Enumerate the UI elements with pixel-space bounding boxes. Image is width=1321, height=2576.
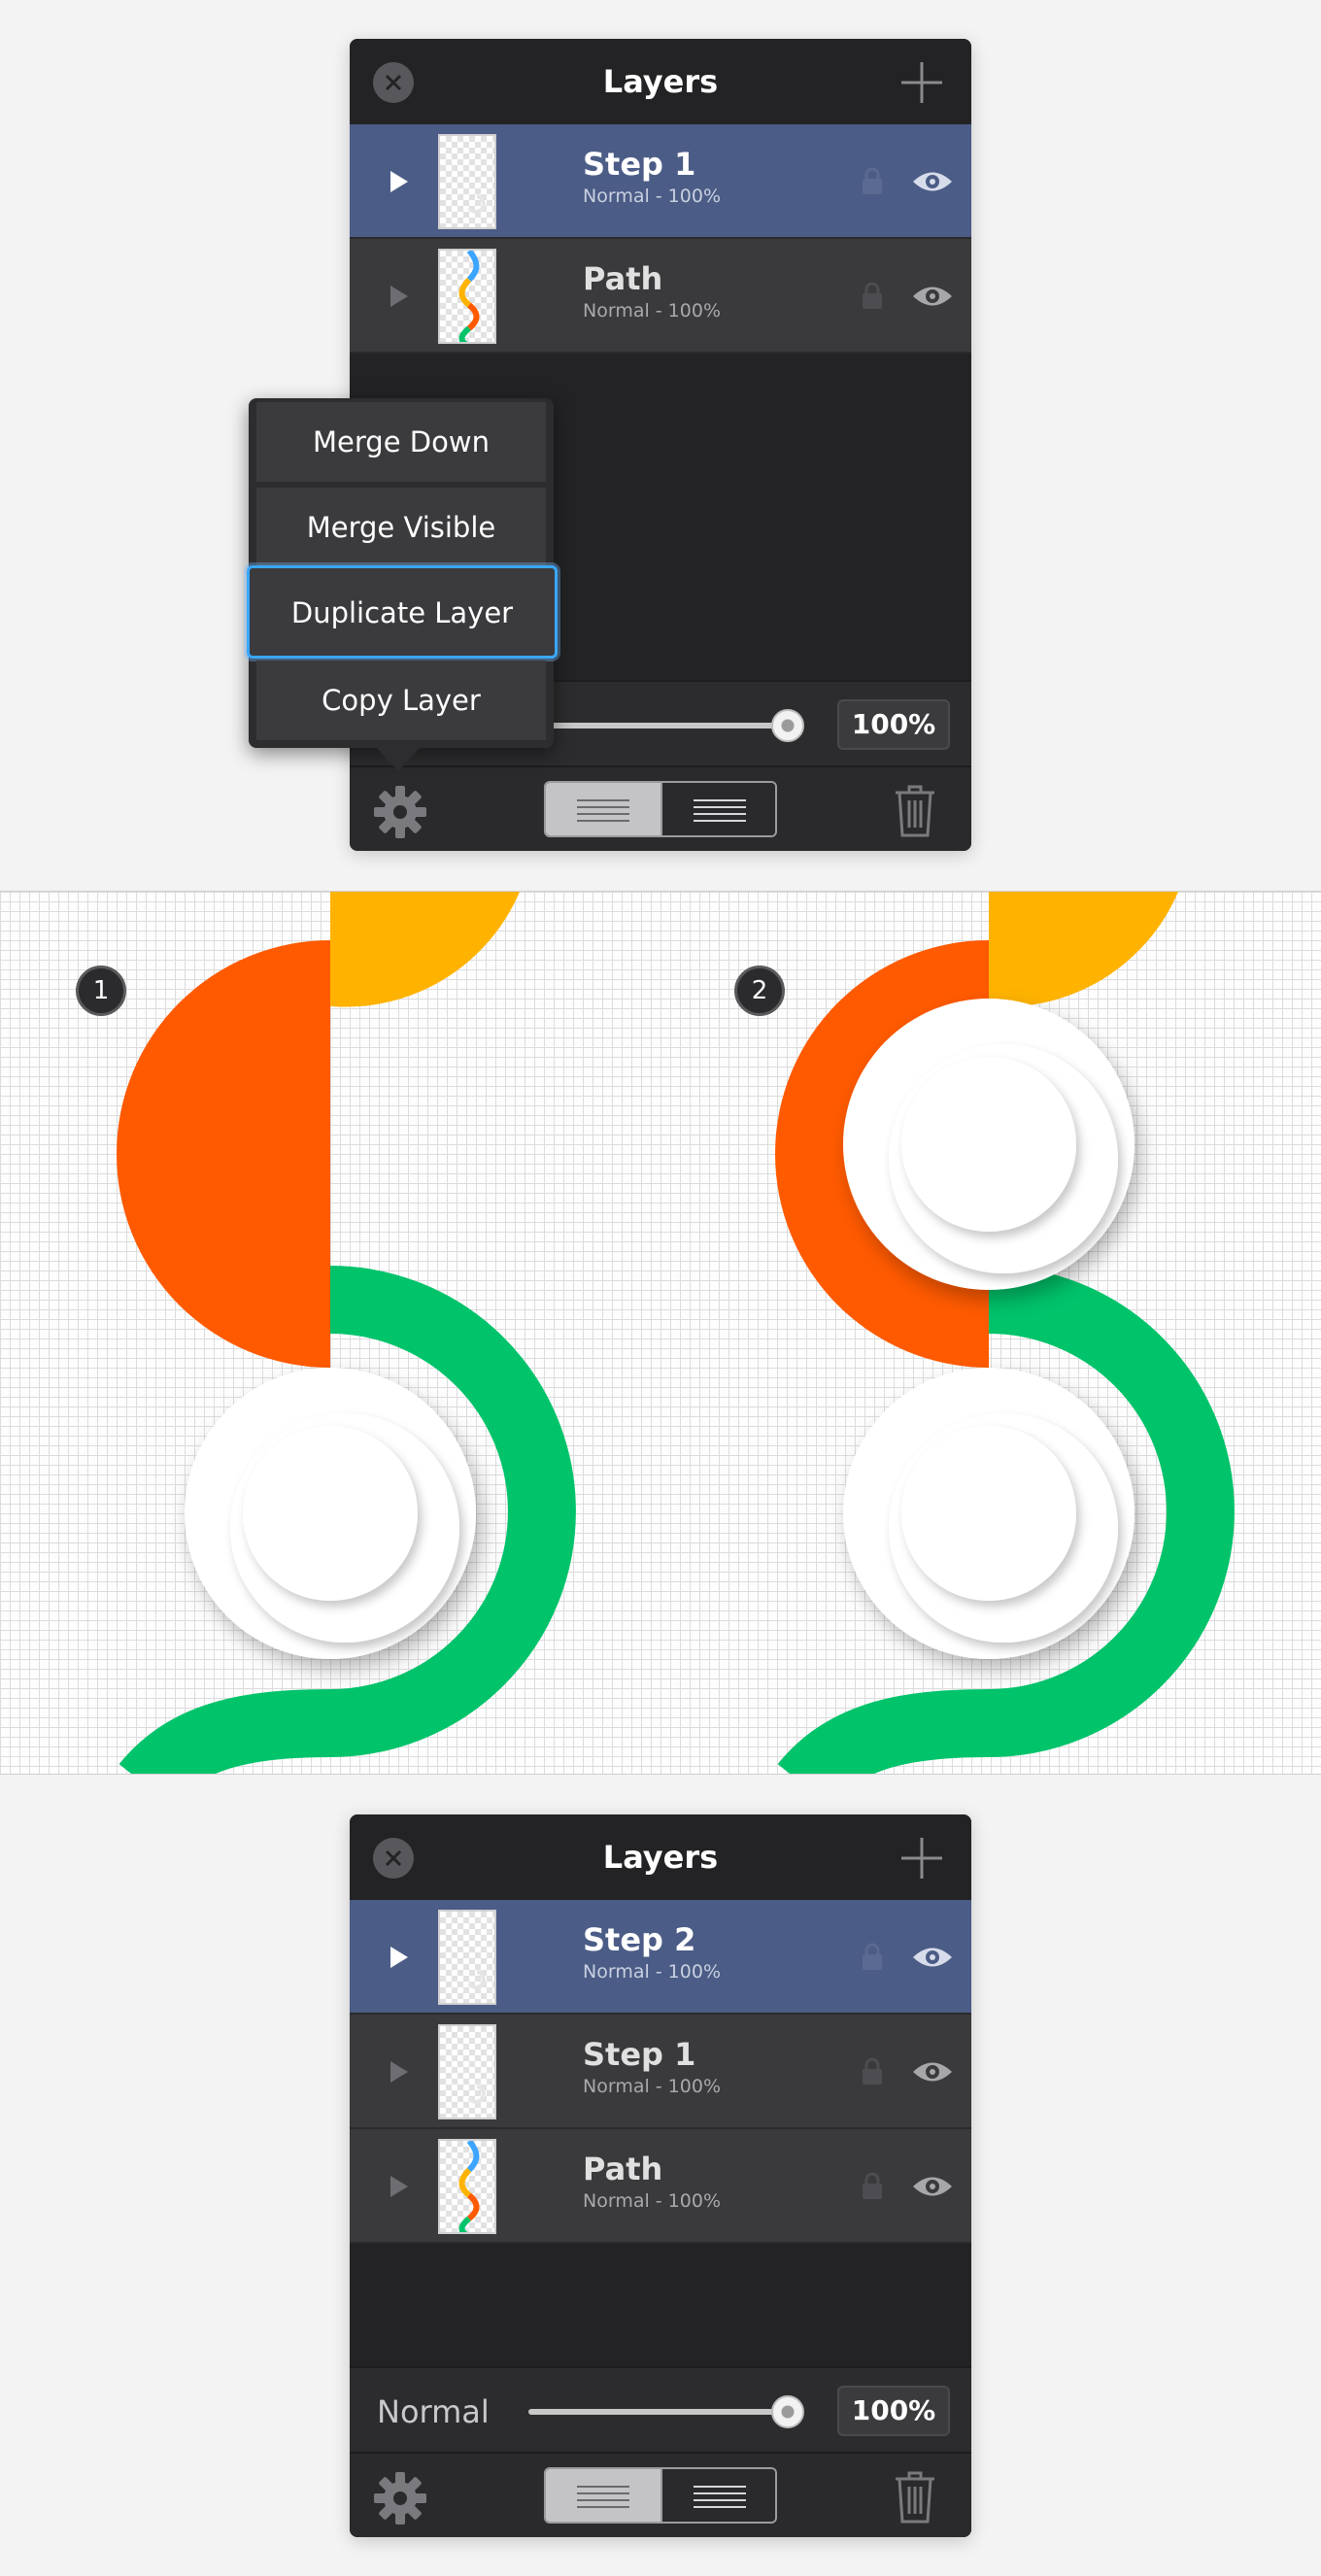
view-mode-toggle[interactable]: [544, 781, 777, 837]
layer-name: Path: [583, 260, 663, 297]
lock-icon[interactable]: [861, 2172, 884, 2201]
menu-item-merge-visible[interactable]: Merge Visible: [256, 488, 546, 567]
trash-icon[interactable]: [894, 2471, 936, 2524]
layer-row[interactable]: Path Normal - 100%: [350, 239, 971, 354]
layer-row[interactable]: Step 1 Normal - 100%: [350, 2015, 971, 2129]
layer-blend-info: Normal - 100%: [583, 300, 721, 322]
orange-shape: [117, 940, 330, 1368]
blend-opacity-bar: Normal 100%: [350, 2366, 971, 2452]
opacity-slider-knob[interactable]: [771, 2395, 804, 2428]
visibility-eye-icon[interactable]: [911, 282, 954, 311]
layer-thumbnail: [438, 1910, 496, 2005]
add-layer-icon[interactable]: [899, 60, 944, 105]
layer-name: Step 1: [583, 2036, 696, 2073]
blend-mode-label[interactable]: Normal: [377, 2393, 490, 2430]
view-mode-toggle[interactable]: [544, 2467, 777, 2524]
step-badge-1: 1: [76, 966, 126, 1016]
expand-arrow-icon[interactable]: [385, 1944, 412, 1971]
layer-row[interactable]: Step 1 Normal - 100%: [350, 124, 971, 239]
expand-arrow-icon[interactable]: [385, 168, 412, 195]
step-1-illustration: [117, 892, 576, 1774]
layer-name: Path: [583, 2151, 663, 2187]
white-disc-inner: [901, 1426, 1076, 1601]
opacity-value[interactable]: 100%: [837, 2386, 950, 2436]
lock-icon[interactable]: [861, 2057, 884, 2086]
layer-options-menu: Merge Down Merge Visible Duplicate Layer…: [247, 398, 558, 748]
layer-thumbnail: [438, 2024, 496, 2119]
white-disc-inner: [243, 1426, 418, 1601]
gear-icon[interactable]: [373, 785, 427, 839]
visibility-eye-icon[interactable]: [911, 1943, 954, 1972]
lock-icon[interactable]: [861, 282, 884, 311]
menu-item-copy-layer[interactable]: Copy Layer: [256, 661, 546, 740]
layer-thumbnail: [438, 2139, 496, 2234]
opacity-slider[interactable]: [528, 723, 789, 729]
layer-thumbnail: [438, 134, 496, 229]
layer-blend-info: Normal - 100%: [583, 2190, 721, 2212]
canvas-illustration: 1 2: [0, 891, 1321, 1775]
menu-item-duplicate-layer[interactable]: Duplicate Layer: [247, 565, 558, 659]
opacity-slider-knob[interactable]: [771, 709, 804, 742]
layer-blend-info: Normal - 100%: [583, 2076, 721, 2097]
layer-thumbnail: [438, 249, 496, 344]
trash-icon[interactable]: [894, 785, 936, 837]
layer-name: Step 2: [583, 1921, 696, 1958]
layer-blend-info: Normal - 100%: [583, 186, 721, 207]
visibility-eye-icon[interactable]: [911, 167, 954, 196]
lock-icon[interactable]: [861, 167, 884, 196]
list-lines-icon: [577, 2486, 746, 2508]
layer-blend-info: Normal - 100%: [583, 1961, 721, 1983]
layer-name: Step 1: [583, 146, 696, 183]
layer-row[interactable]: Step 2 Normal - 100%: [350, 1900, 971, 2015]
add-layer-icon[interactable]: [899, 1836, 944, 1881]
panel-title: Layers: [602, 1839, 719, 1876]
yellow-shape: [989, 892, 1178, 1007]
panel-header: Layers: [350, 39, 971, 124]
step-illustrations: [117, 892, 1235, 1774]
expand-arrow-icon[interactable]: [385, 283, 412, 310]
white-disc-inner-copy: [901, 1057, 1076, 1232]
panel-header: Layers: [350, 1814, 971, 1900]
panel-toolbar: [350, 765, 971, 851]
menu-pointer: [377, 748, 420, 771]
yellow-shape: [330, 892, 520, 1007]
panel-title: Layers: [602, 63, 719, 100]
visibility-eye-icon[interactable]: [911, 2172, 954, 2201]
lock-icon[interactable]: [861, 1943, 884, 1972]
menu-item-merge-down[interactable]: Merge Down: [256, 402, 546, 482]
visibility-eye-icon[interactable]: [911, 2057, 954, 2086]
opacity-slider[interactable]: [528, 2409, 789, 2415]
green-band-tail: [119, 1689, 331, 1774]
green-band-tail: [777, 1689, 990, 1774]
list-lines-icon: [577, 799, 746, 822]
expand-arrow-icon[interactable]: [385, 2173, 412, 2200]
panel-toolbar: [350, 2452, 971, 2537]
step-badge-2: 2: [734, 966, 785, 1016]
gear-icon[interactable]: [373, 2471, 427, 2525]
opacity-value[interactable]: 100%: [837, 699, 950, 750]
expand-arrow-icon[interactable]: [385, 2058, 412, 2085]
step-2-illustration: [775, 892, 1235, 1774]
layers-panel-bottom: Layers Step 2 Normal - 100% Step 1 Norma…: [350, 1814, 971, 2537]
layer-row[interactable]: Path Normal - 100%: [350, 2129, 971, 2244]
